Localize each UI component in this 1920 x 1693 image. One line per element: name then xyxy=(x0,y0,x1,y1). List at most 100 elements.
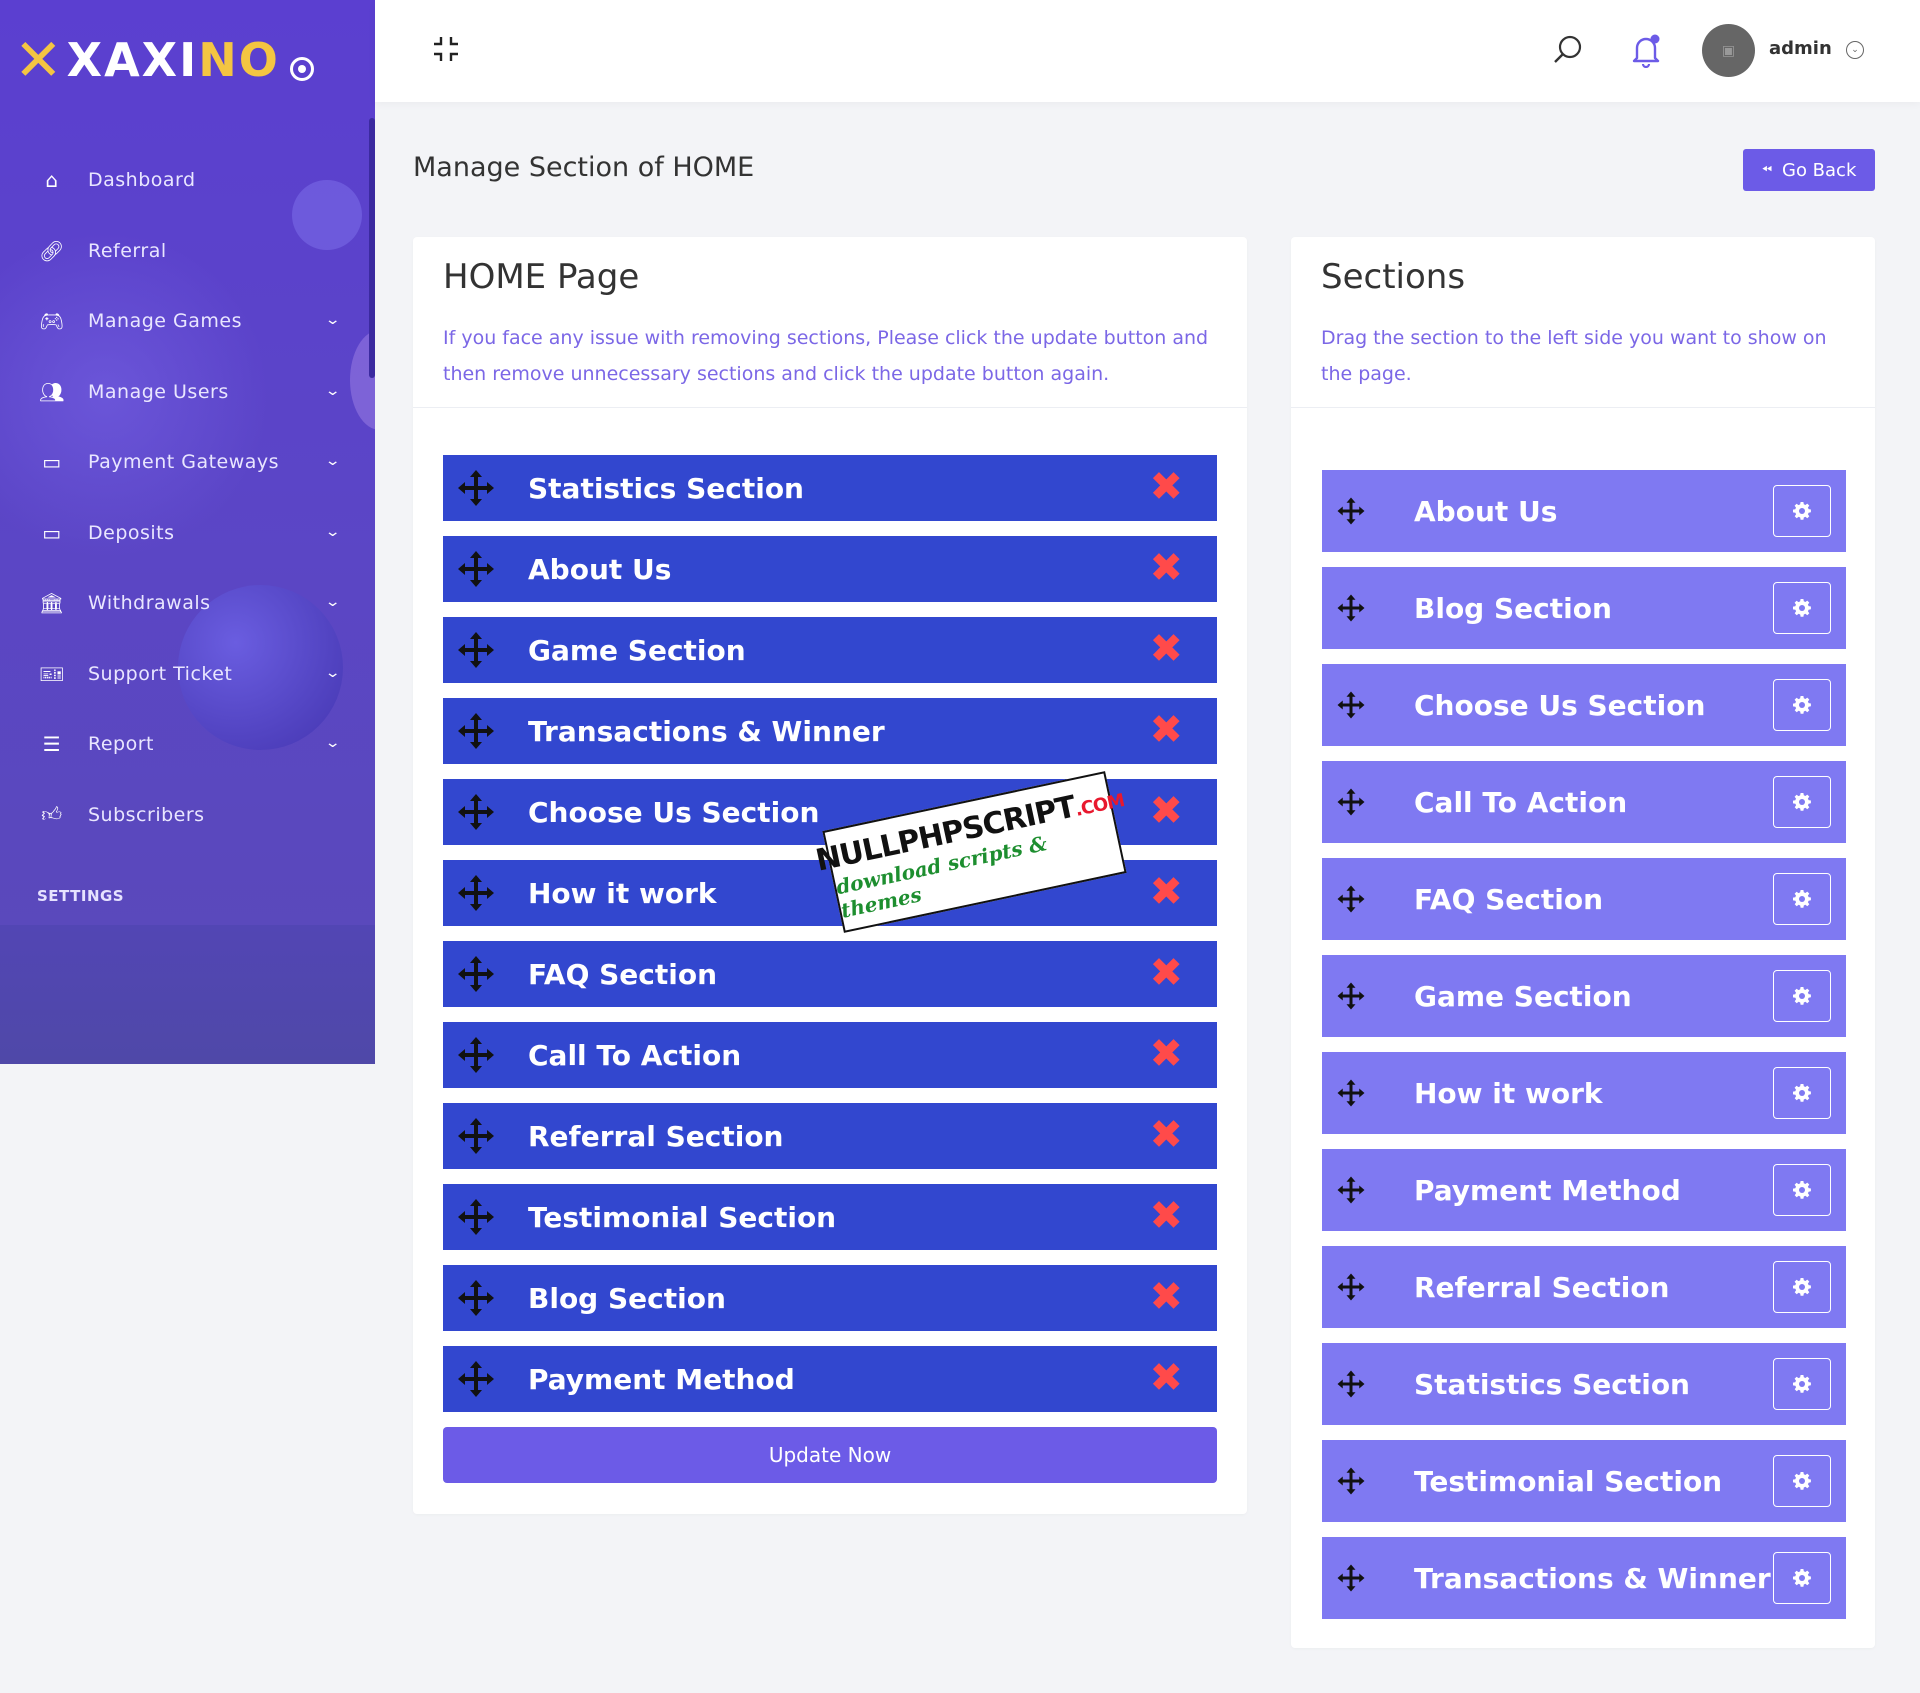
remove-icon[interactable]: ✖ xyxy=(1149,1034,1183,1074)
section-label: Call To Action xyxy=(1414,785,1628,819)
sidebar-item-dashboard[interactable]: ⌂ Dashboard xyxy=(0,145,375,216)
sidebar-item-support-ticket[interactable]: 🎫︎ Support Ticket ⌄ xyxy=(0,639,375,710)
move-arrows-icon[interactable] xyxy=(1336,1175,1366,1205)
bell-icon[interactable] xyxy=(1629,32,1663,68)
available-section-item[interactable]: About Us xyxy=(1322,470,1846,552)
card-title: HOME Page xyxy=(443,257,640,297)
remove-icon[interactable]: ✖ xyxy=(1149,629,1183,669)
sidebar-section-settings: SETTINGS xyxy=(37,887,125,905)
section-settings-button[interactable] xyxy=(1773,1164,1831,1216)
gear-icon xyxy=(1793,793,1811,811)
section-settings-button[interactable] xyxy=(1773,582,1831,634)
section-settings-button[interactable] xyxy=(1773,679,1831,731)
xaxino-logo[interactable]: ✕ XAXI NO xyxy=(14,26,314,94)
sidebar-item-withdrawals[interactable]: 🏛︎ Withdrawals ⌄ xyxy=(0,568,375,639)
active-section-item[interactable]: Game Section ✖ xyxy=(443,617,1217,683)
active-section-item[interactable]: About Us ✖ xyxy=(443,536,1217,602)
section-settings-button[interactable] xyxy=(1773,970,1831,1022)
chevron-down-icon[interactable]: ⌄ xyxy=(1846,41,1864,59)
section-settings-button[interactable] xyxy=(1773,1552,1831,1604)
active-section-item[interactable]: FAQ Section ✖ xyxy=(443,941,1217,1007)
link-icon: 🔗︎ xyxy=(39,238,65,263)
move-arrows-icon[interactable] xyxy=(1336,1078,1366,1108)
active-section-item[interactable]: Referral Section ✖ xyxy=(443,1103,1217,1169)
section-settings-button[interactable] xyxy=(1773,1455,1831,1507)
available-section-item[interactable]: Referral Section xyxy=(1322,1246,1846,1328)
move-arrows-icon[interactable] xyxy=(456,630,496,670)
section-settings-button[interactable] xyxy=(1773,1358,1831,1410)
section-settings-button[interactable] xyxy=(1773,776,1831,828)
available-section-item[interactable]: Statistics Section xyxy=(1322,1343,1846,1425)
remove-icon[interactable]: ✖ xyxy=(1149,791,1183,831)
available-section-item[interactable]: Testimonial Section xyxy=(1322,1440,1846,1522)
remove-icon[interactable]: ✖ xyxy=(1149,1196,1183,1236)
sidebar-item-manage-games[interactable]: 🎮︎ Manage Games ⌄ xyxy=(0,286,375,357)
move-arrows-icon[interactable] xyxy=(1336,884,1366,914)
move-arrows-icon[interactable] xyxy=(1336,690,1366,720)
sidebar-item-payment-gateways[interactable]: ▭ Payment Gateways ⌄ xyxy=(0,427,375,498)
available-section-item[interactable]: Blog Section xyxy=(1322,567,1846,649)
active-section-item[interactable]: Statistics Section ✖ xyxy=(443,455,1217,521)
user-name[interactable]: admin xyxy=(1769,38,1832,59)
move-arrows-icon[interactable] xyxy=(456,1278,496,1318)
active-section-item[interactable]: Testimonial Section ✖ xyxy=(443,1184,1217,1250)
move-arrows-icon[interactable] xyxy=(1336,1466,1366,1496)
move-arrows-icon[interactable] xyxy=(1336,1563,1366,1593)
update-now-button[interactable]: Update Now xyxy=(443,1427,1217,1483)
move-arrows-icon[interactable] xyxy=(456,711,496,751)
section-label: Transactions & Winner xyxy=(528,714,885,748)
move-arrows-icon[interactable] xyxy=(456,468,496,508)
sidebar-item-label: Report xyxy=(88,733,154,756)
sidebar-item-subscribers[interactable]: 👍︎ Subscribers xyxy=(0,780,375,851)
section-settings-button[interactable] xyxy=(1773,485,1831,537)
avatar[interactable]: ▣ xyxy=(1702,24,1755,77)
remove-icon[interactable]: ✖ xyxy=(1149,1115,1183,1155)
move-arrows-icon[interactable] xyxy=(1336,787,1366,817)
section-settings-button[interactable] xyxy=(1773,1067,1831,1119)
move-arrows-icon[interactable] xyxy=(456,792,496,832)
move-arrows-icon[interactable] xyxy=(1336,1272,1366,1302)
sidebar-item-referral[interactable]: 🔗︎ Referral xyxy=(0,216,375,287)
section-settings-button[interactable] xyxy=(1773,1261,1831,1313)
section-label: How it work xyxy=(528,876,717,910)
move-arrows-icon[interactable] xyxy=(456,873,496,913)
search-icon[interactable] xyxy=(1551,33,1585,67)
active-section-item[interactable]: Blog Section ✖ xyxy=(443,1265,1217,1331)
available-section-item[interactable]: FAQ Section xyxy=(1322,858,1846,940)
move-arrows-icon[interactable] xyxy=(1336,1369,1366,1399)
section-label: FAQ Section xyxy=(528,957,718,991)
move-arrows-icon[interactable] xyxy=(456,1035,496,1075)
remove-icon[interactable]: ✖ xyxy=(1149,1358,1183,1398)
available-section-item[interactable]: Choose Us Section xyxy=(1322,664,1846,746)
move-arrows-icon[interactable] xyxy=(1336,496,1366,526)
move-arrows-icon[interactable] xyxy=(456,1116,496,1156)
move-arrows-icon[interactable] xyxy=(1336,593,1366,623)
move-arrows-icon[interactable] xyxy=(456,549,496,589)
remove-icon[interactable]: ✖ xyxy=(1149,710,1183,750)
move-arrows-icon[interactable] xyxy=(456,954,496,994)
remove-icon[interactable]: ✖ xyxy=(1149,872,1183,912)
remove-icon[interactable]: ✖ xyxy=(1149,953,1183,993)
go-back-button[interactable]: ⏪︎ Go Back xyxy=(1743,149,1875,191)
move-arrows-icon[interactable] xyxy=(456,1359,496,1399)
available-section-item[interactable]: Game Section xyxy=(1322,955,1846,1037)
available-section-item[interactable]: How it work xyxy=(1322,1052,1846,1134)
section-settings-button[interactable] xyxy=(1773,873,1831,925)
available-section-item[interactable]: Payment Method xyxy=(1322,1149,1846,1231)
active-section-item[interactable]: Transactions & Winner ✖ xyxy=(443,698,1217,764)
active-section-item[interactable]: Payment Method ✖ xyxy=(443,1346,1217,1412)
move-arrows-icon[interactable] xyxy=(1336,981,1366,1011)
remove-icon[interactable]: ✖ xyxy=(1149,467,1183,507)
sidebar-item-report[interactable]: ☰ Report ⌄ xyxy=(0,709,375,780)
available-section-item[interactable]: Transactions & Winner xyxy=(1322,1537,1846,1619)
remove-icon[interactable]: ✖ xyxy=(1149,548,1183,588)
credit-card-icon: ▭ xyxy=(42,450,62,475)
move-arrows-icon[interactable] xyxy=(456,1197,496,1237)
remove-icon[interactable]: ✖ xyxy=(1149,1277,1183,1317)
collapse-icon[interactable] xyxy=(431,34,461,64)
sidebar-toggle-icon[interactable] xyxy=(289,57,314,81)
active-section-item[interactable]: Call To Action ✖ xyxy=(443,1022,1217,1088)
available-section-item[interactable]: Call To Action xyxy=(1322,761,1846,843)
sidebar-item-deposits[interactable]: ▭ Deposits ⌄ xyxy=(0,498,375,569)
sidebar-item-manage-users[interactable]: 👥︎ Manage Users ⌄ xyxy=(0,357,375,428)
